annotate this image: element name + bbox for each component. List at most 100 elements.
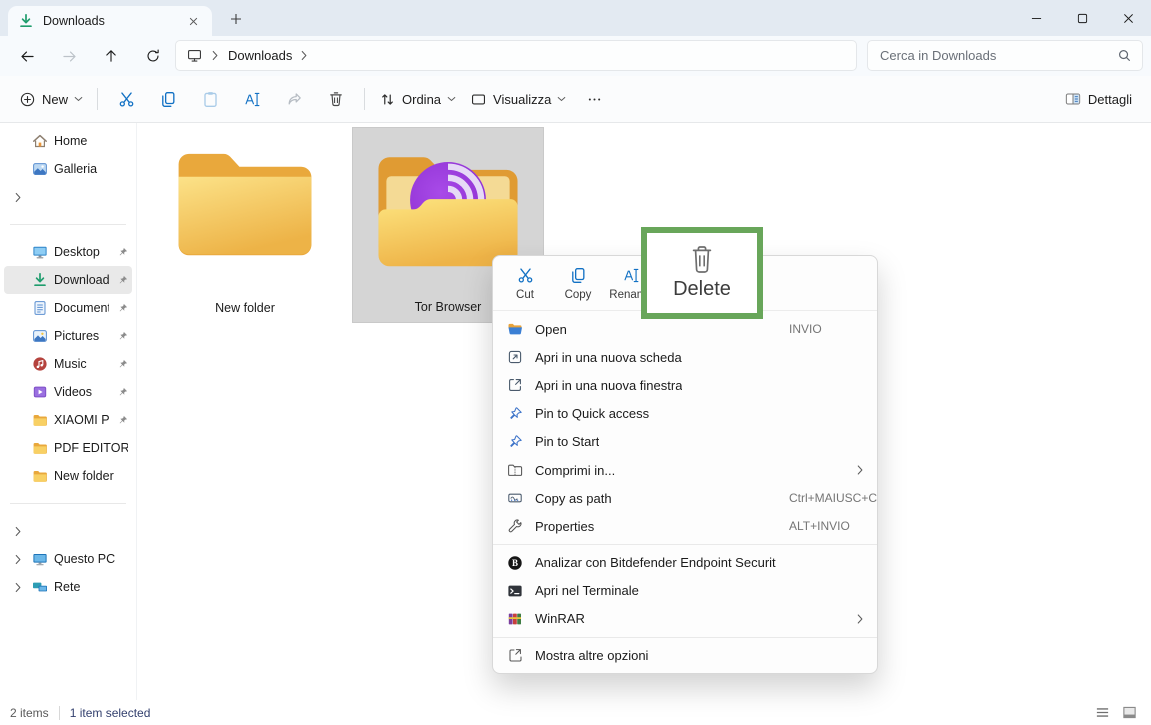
maximize-button[interactable]	[1059, 0, 1105, 36]
menu-item-copy-as-path[interactable]: Copy as pathCtrl+MAIUSC+C	[493, 484, 877, 512]
sidebar: HomeGalleria Desktop Downloads DocumentsPic…	[0, 123, 137, 700]
rename-icon	[622, 266, 641, 285]
window-controls	[1013, 0, 1151, 36]
tab-downloads[interactable]: Downloads	[8, 6, 212, 36]
sidebar-item-label: Rete	[54, 580, 128, 594]
new-button-label: New	[42, 92, 68, 107]
pin-icon	[117, 359, 128, 370]
details-pane-icon	[1064, 90, 1082, 108]
more-options-button[interactable]	[574, 82, 614, 116]
menu-item-label: Apri in una nuova finestra	[535, 378, 682, 393]
submenu-chevron-icon	[857, 613, 864, 624]
sidebar-item-downloads[interactable]: Downloads	[4, 266, 132, 294]
menu-item-apri-in-una-nuova-scheda[interactable]: Apri in una nuova scheda	[493, 343, 877, 371]
menu-item-apri-in-una-nuova-finestra[interactable]: Apri in una nuova finestra	[493, 371, 877, 399]
sidebar-expander[interactable]	[4, 517, 132, 545]
sidebar-item-galleria[interactable]: Galleria	[4, 155, 132, 183]
menu-item-apri-nel-terminale[interactable]: Apri nel Terminale	[493, 577, 877, 605]
forward-button[interactable]	[48, 40, 90, 72]
pin-icon	[117, 331, 128, 342]
sidebar-item-rete[interactable]: Rete	[4, 573, 132, 601]
toolbar-divider	[97, 88, 98, 110]
minimize-button[interactable]	[1013, 0, 1059, 36]
menu-item-properties[interactable]: PropertiesALT+INVIO	[493, 512, 877, 540]
menu-item-label: Apri nel Terminale	[535, 583, 639, 598]
chevron-right-icon	[10, 192, 26, 203]
show-more-icon	[507, 647, 523, 663]
cut-icon	[516, 266, 535, 285]
quick-copy-button[interactable]: Copy	[552, 259, 604, 307]
breadcrumb-segment[interactable]: Downloads	[228, 48, 292, 63]
rename-button[interactable]	[232, 82, 272, 116]
sidebar-item-pdf-editor[interactable]: PDF EDITOR	[4, 434, 132, 462]
sidebar-item-xiaomi-poco-f[interactable]: XIAOMI POCO F	[4, 406, 132, 434]
address-bar[interactable]: Downloads	[175, 40, 857, 71]
sidebar-item-pictures[interactable]: Pictures	[4, 322, 132, 350]
menu-item-open[interactable]: OpenINVIO	[493, 315, 877, 343]
sidebar-item-desktop[interactable]: Desktop	[4, 238, 132, 266]
back-button[interactable]	[6, 40, 48, 72]
menu-item-label: Analizar con Bitdefender Endpoint Securi…	[535, 555, 776, 570]
sidebar-expander[interactable]	[4, 183, 132, 211]
paste-button	[190, 82, 230, 116]
copy-path-icon	[507, 490, 523, 506]
delete-button[interactable]	[316, 82, 356, 116]
thumbnail-view-button[interactable]	[1122, 705, 1137, 720]
cut-button[interactable]	[106, 82, 146, 116]
svg-text:B: B	[512, 558, 518, 568]
details-pane-button[interactable]: Dettagli	[1057, 82, 1139, 116]
refresh-button[interactable]	[132, 40, 174, 72]
sidebar-divider	[10, 503, 126, 504]
status-bar: 2 items 1 item selected	[0, 700, 1151, 725]
tab-close-icon[interactable]	[184, 12, 202, 30]
pin-icon	[507, 406, 523, 422]
chevron-right-icon	[10, 526, 26, 537]
menu-item-analizar-con-bitdefender-endpoint-securit[interactable]: B Analizar con Bitdefender Endpoint Secur…	[493, 549, 877, 577]
view-button[interactable]: Visualizza	[463, 82, 573, 116]
zip-icon	[507, 462, 523, 478]
monitor-icon	[186, 47, 203, 64]
sidebar-item-label: Questo PC	[54, 552, 128, 566]
sidebar-item-music[interactable]: Music	[4, 350, 132, 378]
up-button[interactable]	[90, 40, 132, 72]
copy-button[interactable]	[148, 82, 188, 116]
sidebar-item-label: Downloads	[54, 273, 109, 287]
menu-item-pin-to-quick-access[interactable]: Pin to Quick access	[493, 400, 877, 428]
folder-icon	[32, 468, 48, 484]
pin-icon	[117, 415, 128, 426]
download-icon	[18, 13, 34, 29]
item-count: 2 items	[10, 706, 49, 720]
folder-icon	[32, 412, 48, 428]
menu-item-mostra-altre-opzioni[interactable]: Mostra altre opzioni	[493, 641, 877, 669]
pc-icon	[32, 551, 48, 567]
sidebar-item-new-folder[interactable]: New folder	[4, 462, 132, 490]
sidebar-item-documents[interactable]: Documents	[4, 294, 132, 322]
toolbar-divider	[364, 88, 365, 110]
menu-item-comprimi-in[interactable]: Comprimi in...	[493, 456, 877, 484]
sort-arrows-icon	[379, 91, 396, 108]
delete-label: Delete	[673, 278, 731, 301]
sidebar-item-home[interactable]: Home	[4, 127, 132, 155]
list-view-button[interactable]	[1095, 705, 1110, 720]
circle-plus-icon	[19, 91, 36, 108]
new-button[interactable]: New	[12, 82, 90, 116]
sort-button[interactable]: Ordina	[372, 82, 463, 116]
search-box[interactable]	[867, 40, 1143, 71]
quick-cut-button[interactable]: Cut	[499, 259, 551, 307]
search-input[interactable]	[878, 47, 1109, 64]
menu-item-label: Copy as path	[535, 491, 612, 506]
file-tile-new-folder[interactable]: New folder	[165, 127, 325, 323]
sidebar-item-questo-pc[interactable]: Questo PC	[4, 545, 132, 573]
copy-icon	[569, 266, 588, 285]
menu-item-winrar[interactable]: WinRAR	[493, 605, 877, 633]
winrar-icon	[507, 611, 523, 627]
new-tab-button[interactable]	[224, 7, 248, 31]
chevron-down-icon	[447, 96, 456, 102]
delete-action-highlight[interactable]: Delete	[641, 227, 763, 319]
home-icon	[32, 133, 48, 149]
close-button[interactable]	[1105, 0, 1151, 36]
folder-icon	[171, 145, 319, 266]
sidebar-item-videos[interactable]: Videos	[4, 378, 132, 406]
menu-item-pin-to-start[interactable]: Pin to Start	[493, 428, 877, 456]
terminal-icon	[507, 583, 523, 599]
